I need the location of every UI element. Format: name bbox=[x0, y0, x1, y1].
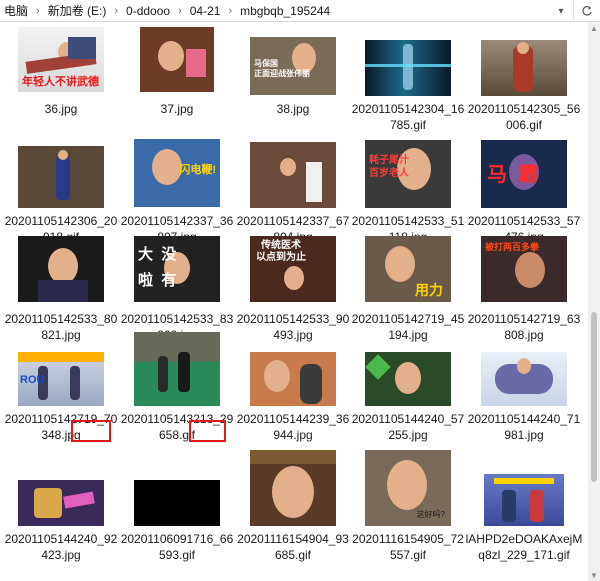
file-thumbnail: 被打两百多拳 bbox=[481, 236, 567, 302]
file-thumbnail bbox=[484, 474, 564, 526]
breadcrumb-item-current-folder[interactable]: mbgbqb_195244 bbox=[238, 4, 332, 18]
file-thumbnail bbox=[134, 332, 220, 406]
thumbnail-caption: ROU bbox=[20, 374, 45, 386]
file-thumbnail bbox=[18, 146, 104, 208]
file-grid: 年轻人不讲武德 36.jpg 37.jpg 马保国 正面迎战张伟丽 38.jpg… bbox=[0, 22, 588, 581]
file-thumbnail: 闪电鞭! bbox=[134, 139, 220, 207]
file-name: 20201116154904_93685.gif bbox=[237, 532, 349, 562]
file-name: 20201105144240_57255.jpg bbox=[351, 412, 465, 442]
file-thumbnail bbox=[250, 352, 336, 406]
thumbnail-caption: 马 霸 bbox=[487, 164, 539, 186]
chevron-down-icon: ▾ bbox=[558, 5, 564, 17]
file-thumbnail: ROU bbox=[18, 352, 104, 406]
breadcrumb: 电脑 › 新加卷 (E:) › 0-ddooo › 04-21 › mbgbqb… bbox=[0, 0, 332, 21]
file-thumbnail bbox=[481, 40, 567, 96]
file-name: 20201116154905_72557.gif bbox=[352, 532, 464, 562]
vertical-scrollbar[interactable]: ▲ ▼ bbox=[588, 22, 600, 581]
breadcrumb-item-folder-04-21[interactable]: 04-21 bbox=[188, 4, 223, 18]
file-name: 20201105142533_90493.jpg bbox=[236, 312, 350, 342]
file-thumbnail: 这好吗? bbox=[365, 450, 451, 526]
file-name: 20201105142304_16785.gif bbox=[351, 102, 465, 132]
file-thumbnail: 马保国 正面迎战张伟丽 bbox=[250, 37, 336, 95]
file-thumbnail: 年轻人不讲武德 bbox=[18, 27, 104, 92]
thumbnail-caption: 被打两百多拳 bbox=[485, 242, 540, 252]
file-thumbnail bbox=[365, 352, 451, 406]
file-thumbnail: 耗子尾汁 百岁老人 bbox=[365, 140, 451, 208]
file-thumbnail bbox=[365, 40, 451, 96]
file-thumbnail bbox=[250, 142, 336, 208]
scrollbar-thumb[interactable] bbox=[591, 312, 597, 482]
file-name: 37.jpg bbox=[160, 102, 194, 116]
scroll-down-icon[interactable]: ▼ bbox=[588, 569, 600, 581]
file-thumbnail: 传统医术 以点到为止 bbox=[250, 236, 336, 302]
breadcrumb-item-drive[interactable]: 新加卷 (E:) bbox=[46, 2, 109, 19]
file-name: 20201105143213_29658.gif bbox=[120, 412, 234, 442]
breadcrumb-item-pc[interactable]: 电脑 bbox=[2, 2, 30, 19]
file-thumbnail bbox=[134, 480, 220, 526]
thumbnail-caption: 马保国 正面迎战张伟丽 bbox=[254, 59, 310, 78]
file-name: 20201105144239_36944.jpg bbox=[236, 412, 350, 442]
file-name: 38.jpg bbox=[276, 102, 310, 116]
thumbnail-caption: 这好吗? bbox=[416, 510, 445, 519]
breadcrumb-item-folder-0-ddooo[interactable]: 0-ddooo bbox=[124, 4, 172, 18]
thumbnail-caption: 闪电鞭! bbox=[179, 164, 216, 176]
file-name: 20201105142305_56006.gif bbox=[467, 102, 581, 132]
file-thumbnail bbox=[481, 352, 567, 406]
file-thumbnail bbox=[250, 450, 336, 526]
file-thumbnail: 大 没 啦 有 bbox=[134, 236, 220, 302]
file-name: lAHPD2eDOAKAxejMq8zl_229_171.gif bbox=[465, 532, 583, 562]
thumbnail-caption: 年轻人不讲武德 bbox=[22, 76, 99, 88]
file-name: 20201105142719_70348.jpg bbox=[4, 412, 118, 442]
address-history-button[interactable]: ▾ bbox=[549, 0, 573, 22]
thumbnail-caption: 传统医术 以点到为止 bbox=[256, 240, 306, 263]
thumbnail-caption: 大 没 啦 有 bbox=[138, 246, 177, 289]
breadcrumb-separator-icon[interactable]: › bbox=[108, 5, 124, 17]
file-name: 20201105142719_45194.jpg bbox=[351, 312, 465, 342]
breadcrumb-separator-icon[interactable]: › bbox=[222, 5, 238, 17]
file-name: 36.jpg bbox=[44, 102, 78, 116]
thumbnail-caption: 耗子尾汁 百岁老人 bbox=[369, 155, 409, 179]
refresh-icon bbox=[582, 6, 592, 16]
file-name: 20201105144240_71981.jpg bbox=[467, 412, 581, 442]
file-thumbnail bbox=[140, 27, 214, 92]
file-thumbnail: 用力 bbox=[365, 236, 451, 302]
file-thumbnail bbox=[18, 236, 104, 302]
file-thumbnail: 马 霸 bbox=[481, 140, 567, 208]
file-thumbnail bbox=[18, 480, 104, 526]
scroll-up-icon[interactable]: ▲ bbox=[588, 22, 600, 34]
refresh-button[interactable] bbox=[573, 0, 600, 22]
address-bar[interactable]: 电脑 › 新加卷 (E:) › 0-ddooo › 04-21 › mbgbqb… bbox=[0, 0, 600, 22]
thumbnail-caption: 用力 bbox=[415, 282, 443, 298]
breadcrumb-separator-icon[interactable]: › bbox=[30, 5, 46, 17]
file-name: 20201106091716_66593.gif bbox=[120, 532, 234, 562]
breadcrumb-separator-icon[interactable]: › bbox=[172, 5, 188, 17]
file-name: 20201105142533_80821.jpg bbox=[4, 312, 118, 342]
file-name: 20201105144240_92423.jpg bbox=[4, 532, 118, 562]
file-name: 20201105142719_63808.jpg bbox=[467, 312, 581, 342]
